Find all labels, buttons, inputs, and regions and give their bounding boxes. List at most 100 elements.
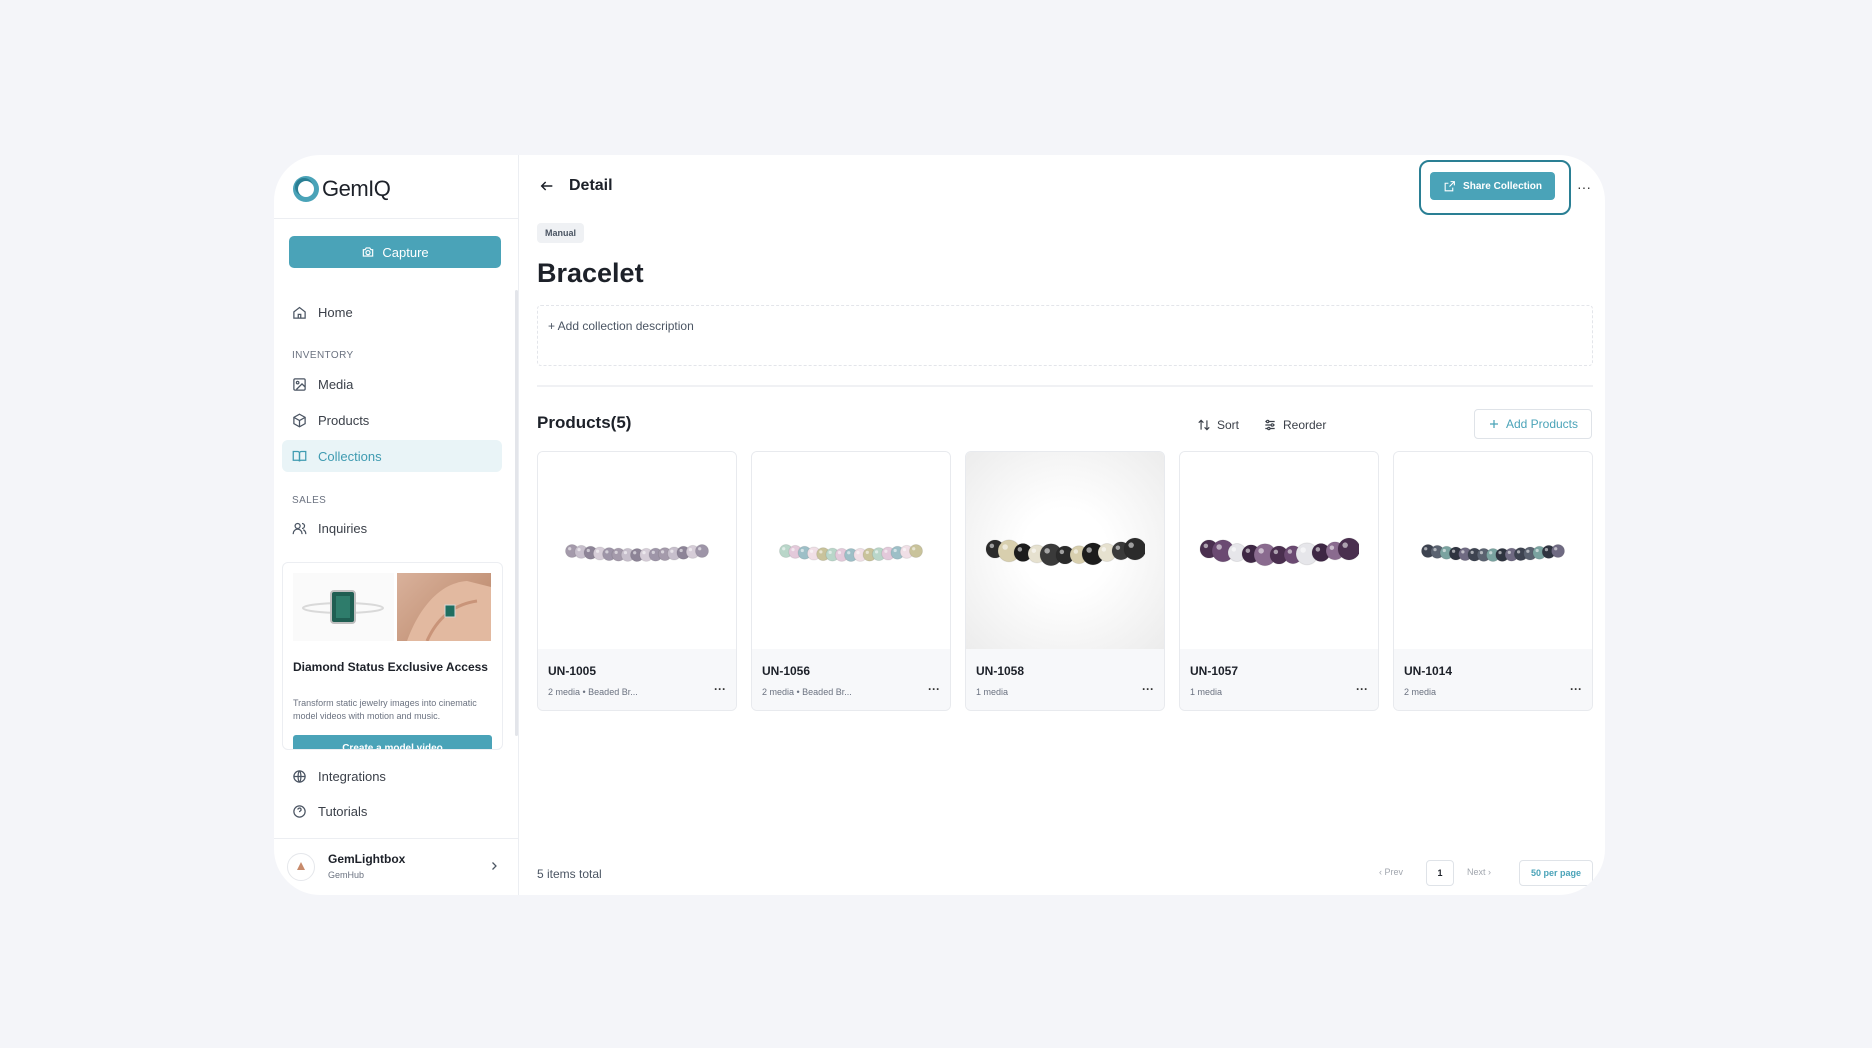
sidebar-scrollbar[interactable] — [515, 290, 518, 736]
sidebar-item-label: Integrations — [318, 768, 386, 784]
avatar — [287, 853, 315, 881]
user-profile[interactable]: GemLightbox GemHub — [274, 838, 518, 895]
plus-icon — [1489, 420, 1498, 428]
section-label-sales: SALES — [292, 495, 327, 506]
sidebar-item-media[interactable]: Media — [282, 368, 502, 400]
card-more-button[interactable]: ··· — [928, 682, 940, 696]
sidebar-item-label: Tutorials — [318, 803, 368, 819]
home-icon — [293, 306, 306, 319]
help-circle-icon — [293, 804, 306, 818]
per-page-select[interactable]: 50 per page — [1519, 860, 1593, 886]
book-icon — [292, 450, 307, 462]
product-sku: UN-1056 — [762, 664, 811, 678]
product-sku: UN-1005 — [548, 664, 597, 678]
logo-icon — [293, 176, 319, 202]
bracelet-image — [1394, 452, 1592, 649]
promo-description: Transform static jewelry images into cin… — [293, 698, 477, 721]
product-card[interactable]: UN-1058 1 media ··· — [965, 451, 1165, 711]
card-footer: UN-1056 2 media • Beaded Br... ··· — [752, 649, 950, 710]
hand-ring-image — [397, 573, 491, 641]
bracelet-image — [1180, 452, 1378, 649]
card-footer: UN-1005 2 media • Beaded Br... ··· — [538, 649, 736, 710]
user-org: GemHub — [328, 870, 365, 880]
bracelet-image — [966, 452, 1164, 649]
product-card[interactable]: UN-1005 2 media • Beaded Br... ··· — [537, 451, 737, 711]
promo-title: Diamond Status Exclusive Access — [293, 660, 488, 674]
collection-type-badge: Manual — [537, 223, 585, 243]
divider — [537, 385, 1593, 387]
product-meta: 1 media — [976, 687, 1009, 697]
divider — [274, 218, 518, 219]
reorder-label: Reorder — [1283, 418, 1327, 432]
image-icon — [293, 377, 306, 391]
sidebar-item-home[interactable]: Home — [282, 296, 502, 328]
add-products-label: Add Products — [1505, 417, 1579, 431]
globe-icon — [293, 769, 306, 783]
product-card[interactable]: UN-1057 1 media ··· — [1179, 451, 1379, 711]
card-more-button[interactable]: ··· — [1142, 682, 1154, 696]
sidebar-item-label: Inquiries — [318, 520, 368, 536]
sidebar-item-products[interactable]: Products — [282, 404, 502, 436]
capture-button[interactable]: Capture — [289, 236, 501, 268]
product-sku: UN-1057 — [1190, 664, 1239, 678]
product-sku: UN-1058 — [976, 664, 1025, 678]
sidebar-item-label: Products — [318, 412, 370, 428]
card-more-button[interactable]: ··· — [714, 682, 726, 696]
logo[interactable]: GemIQ — [293, 173, 391, 205]
sidebar-item-tutorials[interactable]: Tutorials — [282, 795, 502, 827]
product-meta: 2 media • Beaded Br... — [762, 687, 852, 697]
capture-label: Capture — [382, 244, 429, 260]
product-card[interactable]: UN-1014 2 media ··· — [1393, 451, 1593, 711]
app-window: GemIQ Capture Home INVENTORY Media Produ… — [274, 155, 1605, 895]
card-more-button[interactable]: ··· — [1356, 682, 1368, 696]
collection-title: Bracelet — [537, 258, 644, 288]
card-footer: UN-1014 2 media ··· — [1394, 649, 1592, 710]
products-heading: Products(5) — [537, 413, 632, 432]
sort-button[interactable]: Sort — [1197, 411, 1239, 439]
product-meta: 2 media • Beaded Br... — [548, 687, 638, 697]
sidebar-item-integrations[interactable]: Integrations — [282, 760, 502, 792]
page-number-button[interactable]: 1 — [1426, 860, 1454, 886]
share-collection-button[interactable]: Share Collection — [1430, 172, 1555, 200]
sidebar-item-label: Media — [318, 376, 354, 392]
create-model-video-button[interactable]: Create a model video — [293, 735, 492, 749]
product-card[interactable]: UN-1056 2 media • Beaded Br... ··· — [751, 451, 951, 711]
section-label-inventory: INVENTORY — [292, 350, 354, 361]
promo-images — [293, 573, 491, 641]
page-title: Detail — [569, 177, 613, 194]
share-collection-label: Share Collection — [1463, 180, 1542, 192]
card-footer: UN-1058 1 media ··· — [966, 649, 1164, 710]
gem-logo-icon — [297, 862, 305, 870]
external-link-icon — [1444, 180, 1455, 191]
bracelet-image — [752, 452, 950, 649]
next-page-button[interactable]: Next › — [1467, 867, 1491, 877]
promo-card: Diamond Status Exclusive Access Transfor… — [282, 562, 503, 750]
main-content: Detail Share Collection ··· Manual Brace… — [519, 155, 1605, 895]
card-footer: UN-1057 1 media ··· — [1180, 649, 1378, 710]
arrow-left-icon[interactable] — [539, 178, 555, 194]
sidebar-item-label: Collections — [318, 448, 382, 464]
emerald-ring-image — [293, 573, 394, 641]
chevron-right-icon — [492, 862, 497, 870]
sidebar-item-inquiries[interactable]: Inquiries — [282, 512, 502, 544]
users-icon — [292, 522, 307, 534]
items-total: 5 items total — [537, 867, 602, 881]
logo-text: GemIQ — [322, 176, 391, 201]
product-meta: 2 media — [1404, 687, 1437, 697]
sidebar-item-collections[interactable]: Collections — [282, 440, 502, 472]
sort-icon — [1198, 419, 1210, 431]
sidebar: GemIQ Capture Home INVENTORY Media Produ… — [274, 155, 519, 895]
sort-label: Sort — [1217, 418, 1240, 432]
camera-icon — [363, 247, 374, 257]
collection-description-input[interactable]: + Add collection description — [537, 305, 1593, 366]
bracelet-image — [538, 452, 736, 649]
more-options-button[interactable]: ··· — [1571, 174, 1597, 200]
user-name: GemLightbox — [328, 852, 406, 866]
card-more-button[interactable]: ··· — [1570, 682, 1582, 696]
box-icon — [293, 413, 306, 427]
add-products-button[interactable]: Add Products — [1474, 409, 1592, 439]
prev-page-button[interactable]: ‹ Prev — [1379, 867, 1403, 877]
reorder-button[interactable]: Reorder — [1263, 411, 1326, 439]
sidebar-item-label: Home — [318, 304, 353, 320]
sliders-icon — [1265, 419, 1275, 431]
